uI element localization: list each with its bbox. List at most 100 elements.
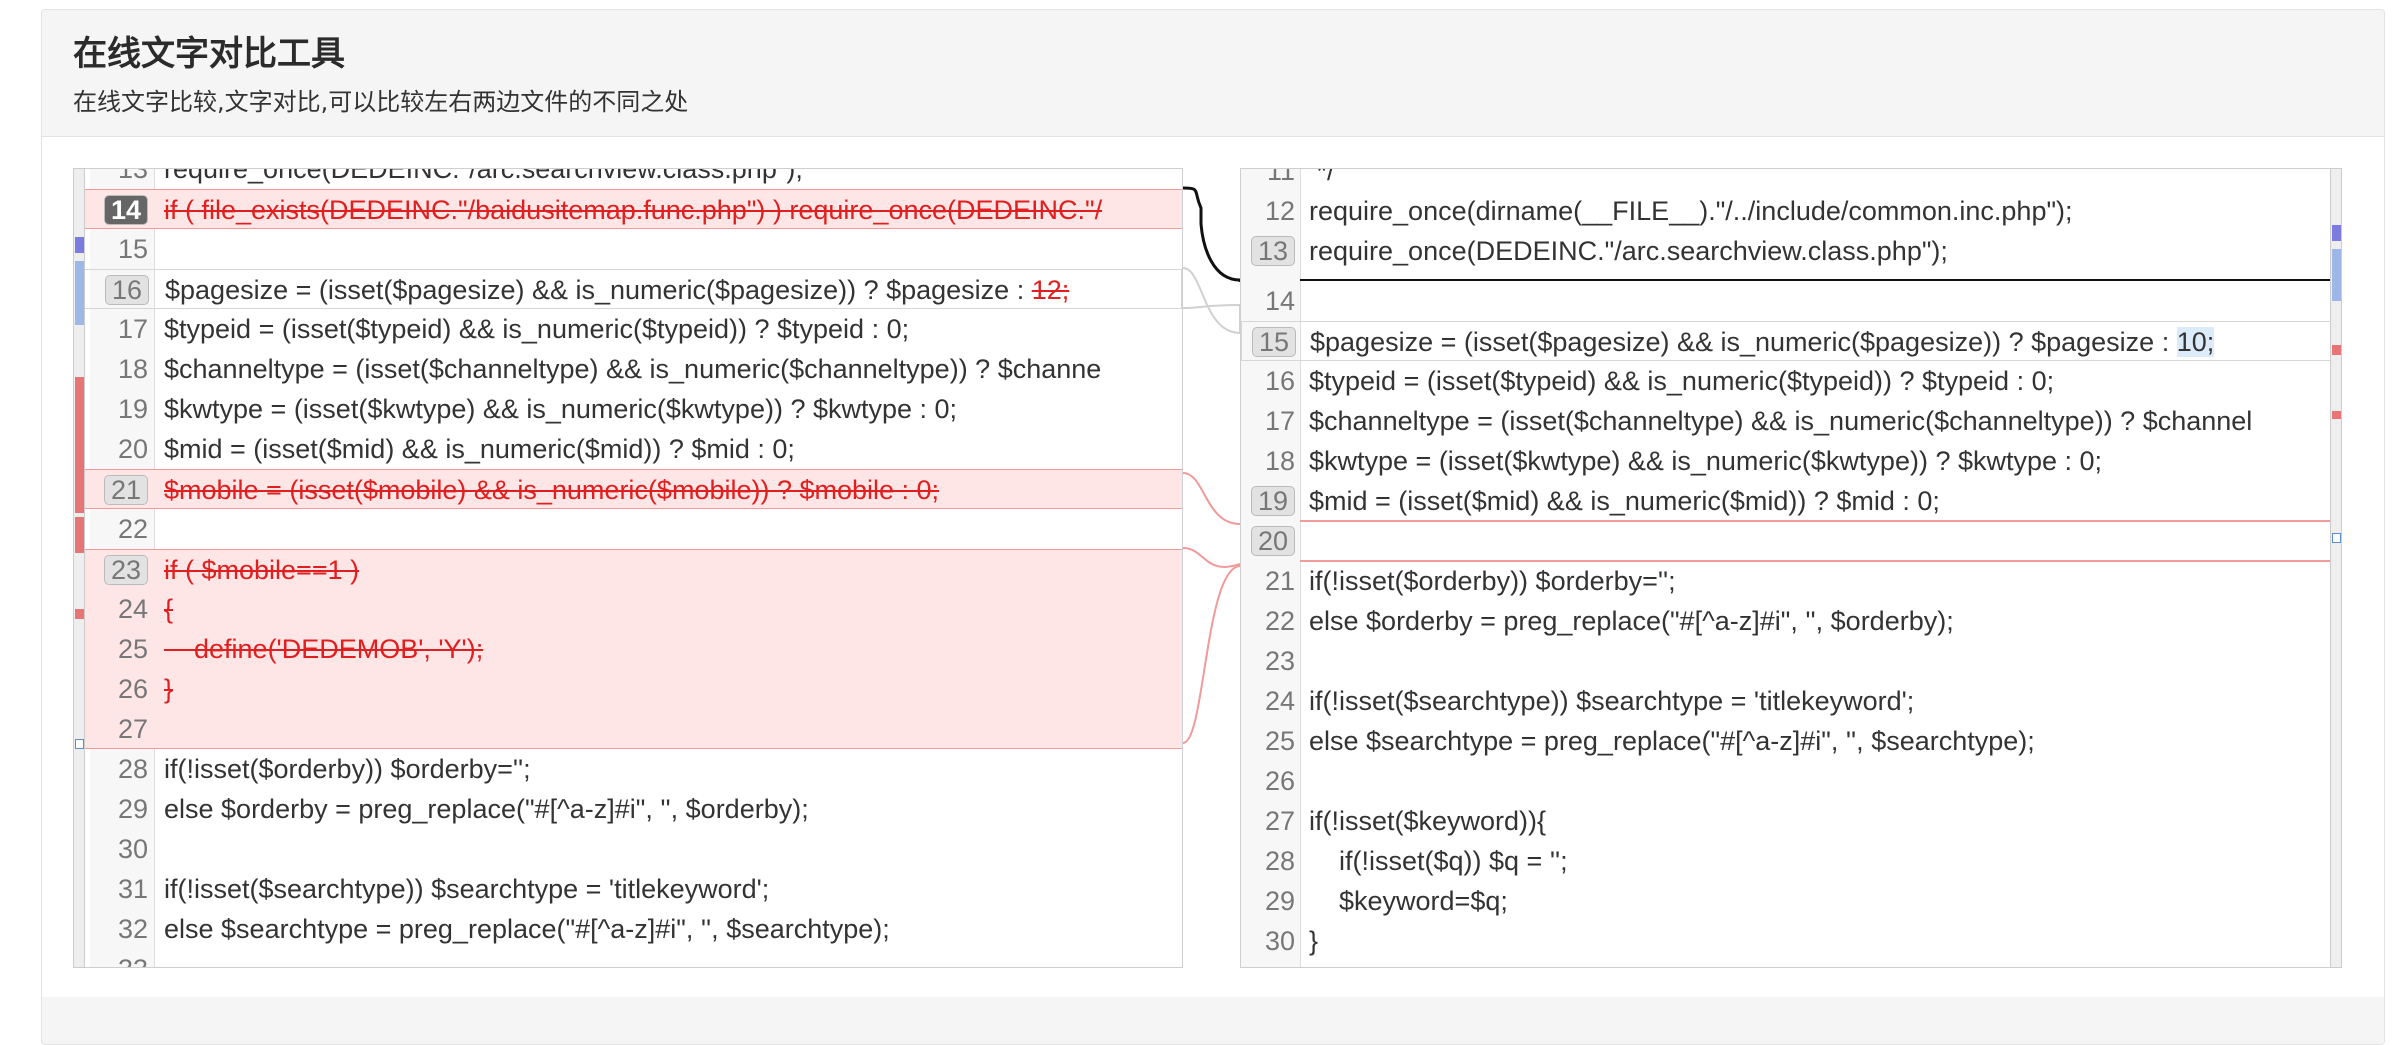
code-text: $mobile = (isset($mobile) && is_numeric(…	[164, 475, 940, 505]
line-number-label: 16	[104, 275, 149, 305]
code-text: if(!isset($searchtype)) $searchtype = 't…	[164, 874, 770, 904]
code-line: 12 require_once(dirname(__FILE__)."/../i…	[1241, 191, 2340, 231]
connector-line	[1183, 565, 1240, 744]
line-number: 27	[117, 714, 148, 744]
code-line: 14	[1241, 281, 2340, 321]
line-number[interactable]: 16	[91, 270, 149, 310]
line-number[interactable]: 23	[90, 550, 148, 590]
line-number[interactable]: 13	[1241, 231, 1295, 271]
line-number-label: 13	[1250, 236, 1295, 266]
code-line-deleted: 14 if ( file_exists(DEDEINC."/baidusitem…	[74, 189, 1182, 229]
code-text: $pagesize = (isset($pagesize) && is_nume…	[165, 270, 1069, 310]
connector-line	[1183, 547, 1240, 568]
code-text: $kwtype = (isset($kwtype) && is_numeric(…	[1309, 446, 2103, 476]
code-text-added: 10;	[2176, 327, 2215, 357]
code-text: if(!isset($searchtype)) $searchtype = 't…	[1309, 686, 1915, 716]
overview-marker	[2332, 249, 2341, 301]
line-number: 31	[117, 874, 148, 904]
line-number: 23	[1264, 646, 1295, 676]
code-line-deleted: 25 define('DEDEMOB', 'Y');	[74, 629, 1182, 669]
code-line-changed: 16 $pagesize = (isset($pagesize) && is_n…	[74, 269, 1182, 309]
line-number: 25	[1264, 726, 1295, 756]
code-line-changed: 15 $pagesize = (isset($pagesize) && is_n…	[1241, 321, 2340, 361]
code-line: 18 $kwtype = (isset($kwtype) && is_numer…	[1241, 441, 2340, 481]
code-text: $mid = (isset($mid) && is_numeric($mid))…	[164, 434, 795, 464]
line-number: 19	[117, 394, 148, 424]
code-text: if ( file_exists(DEDEINC."/baidusitemap.…	[164, 195, 1103, 225]
overview-marker	[75, 739, 84, 749]
line-number-label: 15	[1251, 327, 1296, 357]
line-number: 25	[117, 634, 148, 664]
line-number[interactable]: 14	[90, 190, 148, 230]
code-text: $keyword=$q;	[1309, 886, 1508, 916]
code-line-deleted: 26 }	[74, 669, 1182, 709]
line-number: 29	[1264, 886, 1295, 916]
code-line: 32 else $searchtype = preg_replace("#[^a…	[74, 909, 1182, 949]
code-line: 22 else $orderby = preg_replace("#[^a-z]…	[1241, 601, 2340, 641]
right-overview-scrollbar[interactable]	[2330, 168, 2342, 968]
code-text: if(!isset($orderby)) $orderby='';	[1309, 566, 1676, 596]
code-line: 27 if(!isset($keyword)){	[1241, 801, 2340, 841]
diff-connectors	[1183, 186, 1240, 744]
code-text: else $searchtype = preg_replace("#[^a-z]…	[164, 914, 890, 944]
overview-marker	[75, 261, 84, 325]
code-text: $typeid = (isset($typeid) && is_numeric(…	[1309, 366, 2055, 396]
code-text: $typeid = (isset($typeid) && is_numeric(…	[164, 314, 910, 344]
line-number-label: 20	[1250, 526, 1295, 556]
overview-marker	[75, 237, 84, 253]
code-line: 33	[74, 949, 1182, 967]
line-number[interactable]: 20	[1241, 521, 1295, 561]
line-number: 28	[1264, 846, 1295, 876]
line-number: 18	[1264, 446, 1295, 476]
line-number: 15	[117, 234, 148, 264]
line-number[interactable]: 15	[1242, 322, 1296, 362]
code-line-deleted: 23 if ( $mobile==1 )	[74, 549, 1182, 589]
code-line: 20 $mid = (isset($mid) && is_numeric($mi…	[74, 429, 1182, 469]
line-number[interactable]: 19	[1241, 481, 1295, 521]
left-overview-scrollbar[interactable]	[73, 168, 85, 968]
left-text-editor[interactable]: 13 require_once(DEDEINC."/arc.searchview…	[73, 168, 1183, 968]
line-number-label: 21	[103, 475, 148, 505]
code-line: 19 $mid = (isset($mid) && is_numeric($mi…	[1241, 481, 2340, 521]
code-text: */	[1309, 168, 1335, 186]
right-text-editor[interactable]: 11 */ 12 require_once(dirname(__FILE__).…	[1240, 168, 2341, 968]
code-text: if ( $mobile==1 )	[164, 555, 360, 585]
code-text: define('DEDEMOB', 'Y');	[164, 634, 484, 664]
line-number: 22	[1264, 606, 1295, 636]
line-number: 12	[1264, 196, 1295, 226]
line-number: 24	[117, 594, 148, 624]
code-line: 28 if(!isset($orderby)) $orderby='';	[74, 749, 1182, 789]
code-text: require_once(DEDEINC."/arc.searchview.cl…	[1309, 236, 1948, 266]
overview-marker	[2332, 345, 2341, 355]
code-text: else $orderby = preg_replace("#[^a-z]#i"…	[1309, 606, 1954, 636]
panel-footer	[42, 997, 2384, 1043]
line-number: 24	[1264, 686, 1295, 716]
code-line-deleted: 27	[74, 709, 1182, 749]
code-line: 16 $typeid = (isset($typeid) && is_numer…	[1241, 361, 2340, 401]
code-text: $mid = (isset($mid) && is_numeric($mid))…	[1309, 486, 1940, 516]
code-line: 31 if(!isset($searchtype)) $searchtype =…	[74, 869, 1182, 909]
code-line: 22	[74, 509, 1182, 549]
line-number: 26	[1264, 766, 1295, 796]
code-text-unchanged: $pagesize = (isset($pagesize) && is_nume…	[1310, 327, 2177, 357]
code-text: $channeltype = (isset($channeltype) && i…	[1309, 406, 2253, 436]
code-text: {	[164, 594, 174, 624]
overview-marker	[2332, 533, 2341, 543]
line-number[interactable]: 21	[90, 470, 148, 510]
overview-marker	[2332, 225, 2341, 241]
code-text-unchanged: $pagesize = (isset($pagesize) && is_nume…	[165, 275, 1032, 305]
line-number: 17	[117, 314, 148, 344]
line-number: 13	[117, 168, 148, 184]
code-line-deleted: 24 {	[74, 589, 1182, 629]
code-line: 11 */	[1241, 168, 2340, 191]
code-text: else $searchtype = preg_replace("#[^a-z]…	[1309, 726, 2035, 756]
line-number: 30	[1264, 926, 1295, 956]
line-number: 22	[117, 514, 148, 544]
code-line: 26	[1241, 761, 2340, 801]
code-text: $kwtype = (isset($kwtype) && is_numeric(…	[164, 394, 958, 424]
code-line: 30	[74, 829, 1182, 869]
code-text: }	[164, 674, 174, 704]
code-line: 25 else $searchtype = preg_replace("#[^a…	[1241, 721, 2340, 761]
line-number: 17	[1264, 406, 1295, 436]
line-number-label: 23	[103, 555, 148, 585]
